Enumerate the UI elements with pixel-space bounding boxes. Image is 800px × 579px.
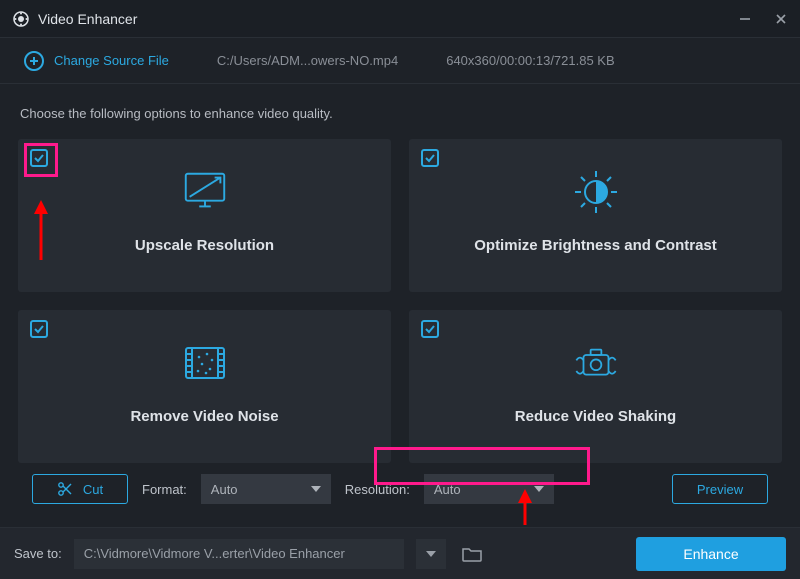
card-label: Reduce Video Shaking <box>515 408 676 425</box>
chevron-down-icon <box>534 486 544 492</box>
option-grid: Upscale Resolution <box>18 139 782 463</box>
annotation-arrow-checkbox <box>31 200 51 260</box>
checkbox-shaking[interactable] <box>421 320 441 340</box>
close-button[interactable] <box>774 12 788 26</box>
title-bar: Video Enhancer <box>0 0 800 38</box>
enhance-label: Enhance <box>683 546 738 562</box>
app-logo-icon <box>12 10 30 28</box>
save-path-field[interactable]: C:\Vidmore\Vidmore V...erter\Video Enhan… <box>74 539 404 569</box>
format-dropdown[interactable]: Auto <box>201 474 331 504</box>
resolution-value: Auto <box>434 482 461 497</box>
change-source-label: Change Source File <box>54 53 169 68</box>
open-folder-button[interactable] <box>458 540 486 568</box>
save-path-dropdown[interactable] <box>416 539 446 569</box>
checkbox-noise[interactable] <box>30 320 50 340</box>
camera-shake-icon <box>571 338 621 388</box>
monitor-upscale-icon <box>180 167 230 217</box>
minimize-button[interactable] <box>738 12 752 26</box>
card-brightness-contrast[interactable]: Optimize Brightness and Contrast <box>409 139 782 292</box>
source-meta: 640x360/00:00:13/721.85 KB <box>446 53 614 68</box>
change-source-button[interactable]: Change Source File <box>24 51 169 71</box>
footer-bar: Save to: C:\Vidmore\Vidmore V...erter\Vi… <box>0 527 800 579</box>
format-label: Format: <box>142 482 187 497</box>
card-upscale-resolution[interactable]: Upscale Resolution <box>18 139 391 292</box>
card-label: Upscale Resolution <box>135 237 274 254</box>
app-title: Video Enhancer <box>38 11 137 27</box>
card-remove-noise[interactable]: Remove Video Noise <box>18 310 391 463</box>
enhance-button[interactable]: Enhance <box>636 537 786 571</box>
resolution-label: Resolution: <box>345 482 410 497</box>
plus-circle-icon <box>24 51 44 71</box>
source-path: C:/Users/ADM...owers-NO.mp4 <box>217 53 398 68</box>
cut-button[interactable]: Cut <box>32 474 128 504</box>
cut-label: Cut <box>83 482 103 497</box>
save-path-value: C:\Vidmore\Vidmore V...erter\Video Enhan… <box>84 546 345 561</box>
chevron-down-icon <box>311 486 321 492</box>
checkbox-upscale[interactable] <box>30 149 50 169</box>
film-noise-icon <box>180 338 230 388</box>
format-value: Auto <box>211 482 238 497</box>
preview-label: Preview <box>697 482 743 497</box>
window-controls <box>738 12 788 26</box>
annotation-arrow-resolution <box>515 489 535 525</box>
instruction-text: Choose the following options to enhance … <box>20 106 782 121</box>
card-label: Optimize Brightness and Contrast <box>474 237 717 254</box>
brightness-icon <box>571 167 621 217</box>
preview-button[interactable]: Preview <box>672 474 768 504</box>
main-panel: Choose the following options to enhance … <box>0 84 800 527</box>
card-label: Remove Video Noise <box>130 408 278 425</box>
scissors-icon <box>57 481 73 497</box>
card-reduce-shaking[interactable]: Reduce Video Shaking <box>409 310 782 463</box>
source-bar: Change Source File C:/Users/ADM...owers-… <box>0 38 800 84</box>
checkbox-brightness[interactable] <box>421 149 441 169</box>
save-to-label: Save to: <box>14 546 62 561</box>
controls-row: Cut Format: Auto Resolution: Auto Previe… <box>18 463 782 515</box>
